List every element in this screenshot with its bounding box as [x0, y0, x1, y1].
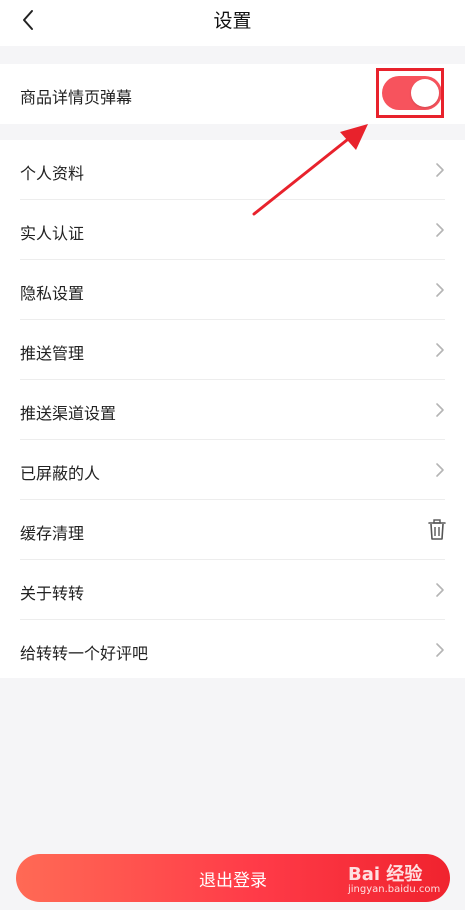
top-bar: 设置: [0, 0, 465, 46]
chevron-right-icon: [436, 583, 444, 597]
list-item-push-channel[interactable]: 推送渠道设置: [0, 380, 465, 440]
list-item-label: 缓存清理: [20, 524, 85, 543]
list-item-profile[interactable]: 个人资料: [0, 140, 465, 200]
annotation-arrow: [252, 124, 368, 216]
list-item-label: 隐私设置: [20, 284, 85, 303]
chevron-right-icon: [436, 403, 444, 417]
list-item-about[interactable]: 关于转转: [0, 560, 465, 620]
chevron-right-icon: [436, 343, 444, 357]
baidu-watermark: Bai 经验 jingyan.baidu.com: [348, 860, 458, 900]
list-item-label: 推送管理: [20, 344, 85, 363]
highlight-box: [376, 68, 444, 118]
list-item-label: 关于转转: [20, 584, 85, 603]
settings-list: 个人资料 实人认证 隐私设置 推送管理 推送渠道设置 已屏蔽的人 缓存清理 关于…: [0, 140, 465, 678]
chevron-right-icon: [436, 463, 444, 477]
settings-page: 设置 商品详情页弹幕 个人资料 实人认证 隐私设置 推送管理 推送渠道设置 已屏…: [0, 0, 465, 910]
list-item-real-name-auth[interactable]: 实人认证: [0, 200, 465, 260]
page-title: 设置: [213, 10, 252, 32]
list-item-blocked-users[interactable]: 已屏蔽的人: [0, 440, 465, 500]
list-item-label: 实人认证: [20, 224, 85, 243]
list-item-label: 给转转一个好评吧: [20, 644, 149, 663]
list-item-push-management[interactable]: 推送管理: [0, 320, 465, 380]
list-item-label: 推送渠道设置: [20, 404, 117, 423]
list-item-clear-cache[interactable]: 缓存清理: [0, 500, 465, 560]
chevron-right-icon: [436, 163, 444, 177]
danmu-label: 商品详情页弹幕: [20, 88, 133, 107]
logout-label: 退出登录: [199, 870, 267, 891]
chevron-right-icon: [436, 643, 444, 657]
list-item-rate-app[interactable]: 给转转一个好评吧: [0, 620, 465, 680]
watermark-brand: Bai 经验: [348, 864, 423, 885]
list-item-label: 已屏蔽的人: [20, 464, 101, 483]
list-item-label: 个人资料: [20, 164, 85, 183]
trash-icon[interactable]: [427, 519, 447, 541]
list-item-privacy[interactable]: 隐私设置: [0, 260, 465, 320]
chevron-right-icon: [436, 283, 444, 297]
chevron-right-icon: [436, 223, 444, 237]
watermark-url: jingyan.baidu.com: [348, 884, 441, 895]
